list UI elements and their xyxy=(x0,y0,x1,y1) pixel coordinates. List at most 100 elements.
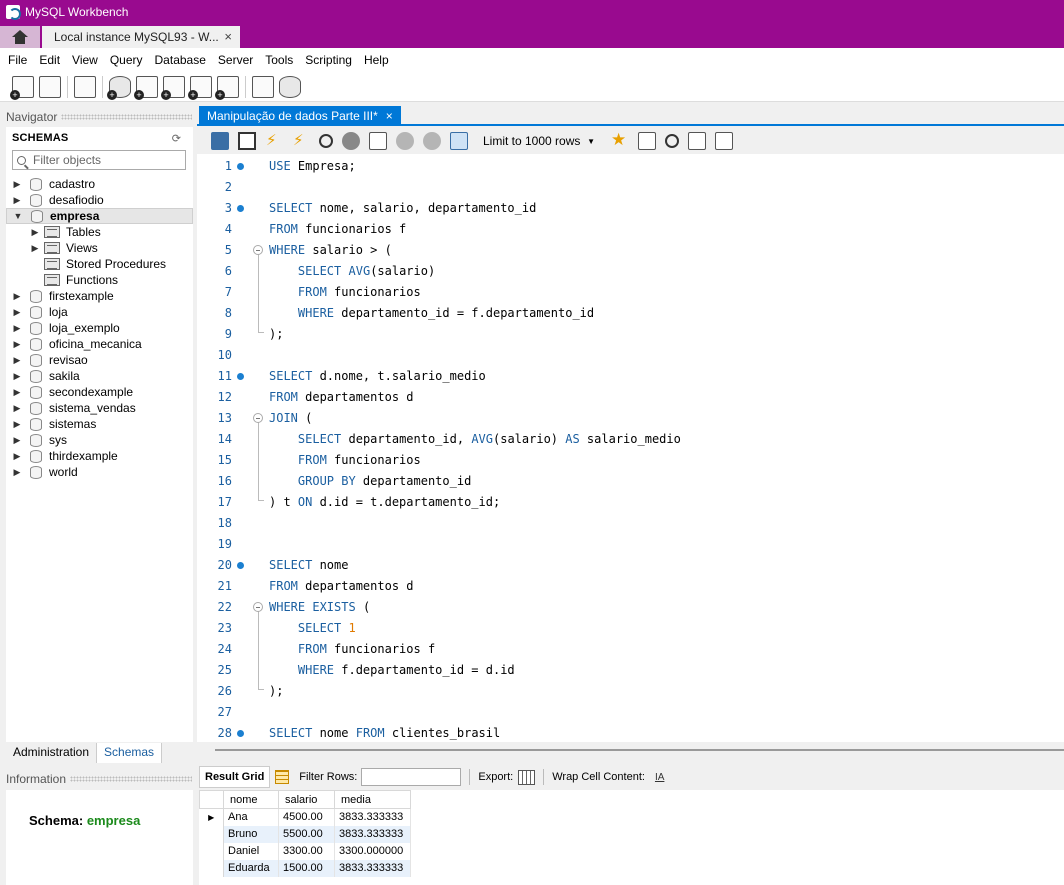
tab-schemas[interactable]: Schemas xyxy=(97,743,163,763)
search-table-data-icon[interactable] xyxy=(252,75,274,98)
grid-view-button[interactable]: Filter Rows: xyxy=(270,766,466,788)
tab-administration[interactable]: Administration xyxy=(6,743,98,763)
rollback-icon[interactable] xyxy=(423,132,441,150)
code-line[interactable]: 18 xyxy=(197,513,1064,534)
connection-tab[interactable]: Local instance MySQL93 - W... × xyxy=(42,26,240,48)
explain-icon[interactable] xyxy=(319,134,333,148)
filter-objects-input[interactable] xyxy=(33,153,173,167)
schema-item[interactable]: ▶ secondexample xyxy=(6,384,193,400)
fold-toggle-icon[interactable] xyxy=(253,245,263,255)
tree-item-stored-procedures[interactable]: ▶Stored Procedures xyxy=(6,256,193,272)
code-line[interactable]: 5 WHERE salario > ( xyxy=(197,240,1064,261)
column-header-media[interactable]: media xyxy=(334,790,411,809)
execute-current-icon[interactable] xyxy=(292,131,310,150)
code-line[interactable]: 11 SELECT d.nome, t.salario_medio xyxy=(197,366,1064,387)
cell[interactable]: 4500.00 xyxy=(278,808,335,826)
cell[interactable]: Daniel xyxy=(223,842,279,860)
stop-icon[interactable] xyxy=(342,132,360,150)
expand-arrow-icon[interactable]: ▶ xyxy=(12,323,22,334)
fold-toggle-icon[interactable] xyxy=(253,602,263,612)
column-header-salario[interactable]: salario xyxy=(278,790,335,809)
save-icon[interactable] xyxy=(238,132,256,150)
create-table-icon[interactable]: + xyxy=(134,75,158,100)
new-sql-tab-icon[interactable]: + xyxy=(10,75,34,100)
export-button[interactable]: Export: xyxy=(473,766,540,788)
table-row[interactable]: Bruno 5500.00 3833.333333 xyxy=(199,825,411,843)
tree-item-tables[interactable]: ▶ Tables xyxy=(6,224,193,240)
create-procedure-icon[interactable]: + xyxy=(188,75,212,100)
expand-arrow-icon[interactable]: ▶ xyxy=(12,451,22,462)
inspector-icon[interactable] xyxy=(74,75,96,98)
schema-item[interactable]: ▶ sakila xyxy=(6,368,193,384)
close-icon[interactable]: × xyxy=(386,109,393,123)
cell[interactable]: Ana xyxy=(223,808,279,826)
schema-item[interactable]: ▶ world xyxy=(6,464,193,480)
add-snippet-icon[interactable] xyxy=(611,130,629,150)
toggle-error-icon[interactable] xyxy=(369,132,387,150)
code-line[interactable]: 10 xyxy=(197,345,1064,366)
menu-query[interactable]: Query xyxy=(110,53,143,67)
code-line[interactable]: 21 FROM departamentos d xyxy=(197,576,1064,597)
code-line[interactable]: 7 FROM funcionarios xyxy=(197,282,1064,303)
code-line[interactable]: 28 SELECT nome FROM clientes_brasil xyxy=(197,723,1064,742)
schema-item[interactable]: ▶ desafiodio xyxy=(6,192,193,208)
table-row[interactable]: ▶ Ana 4500.00 3833.333333 xyxy=(199,808,411,826)
code-line[interactable]: 3 SELECT nome, salario, departamento_id xyxy=(197,198,1064,219)
code-line[interactable]: 4 FROM funcionarios f xyxy=(197,219,1064,240)
cell[interactable]: Bruno xyxy=(223,825,279,843)
sql-editor[interactable]: 1 USE Empresa; 2 3 SELECT nome, salario, dep… xyxy=(197,154,1064,742)
schema-item[interactable]: ▶ loja xyxy=(6,304,193,320)
code-line[interactable]: 12 FROM departamentos d xyxy=(197,387,1064,408)
schema-item[interactable]: ▶ sistemas xyxy=(6,416,193,432)
execute-icon[interactable] xyxy=(265,131,283,150)
reconnect-icon[interactable] xyxy=(279,75,301,98)
code-line[interactable]: 20 SELECT nome xyxy=(197,555,1064,576)
cell[interactable]: 3833.333333 xyxy=(334,808,411,826)
schema-item[interactable]: ▶ sys xyxy=(6,432,193,448)
expand-arrow-icon[interactable]: ▶ xyxy=(12,435,22,446)
schema-item[interactable]: ▶ firstexample xyxy=(6,288,193,304)
wrap-lines-icon[interactable] xyxy=(715,132,733,150)
filter-rows-input[interactable] xyxy=(361,768,462,786)
schema-item[interactable]: ▶ revisao xyxy=(6,352,193,368)
schema-item[interactable]: ▶ sistema_vendas xyxy=(6,400,193,416)
expand-arrow-icon[interactable]: ▶ xyxy=(12,307,22,318)
close-icon[interactable]: × xyxy=(224,29,232,44)
code-line[interactable]: 27 xyxy=(197,702,1064,723)
menu-database[interactable]: Database xyxy=(155,53,206,67)
schema-item[interactable]: ▶ thirdexample xyxy=(6,448,193,464)
commit-icon[interactable] xyxy=(396,132,414,150)
open-file-icon[interactable] xyxy=(211,132,229,150)
cell[interactable]: Eduarda xyxy=(223,859,279,877)
result-grid[interactable]: nome salario media ▶ Ana 4500.00 3833.33… xyxy=(199,790,1064,885)
table-row[interactable]: Eduarda 1500.00 3833.333333 xyxy=(199,859,411,877)
code-line[interactable]: 6 SELECT AVG(salario) xyxy=(197,261,1064,282)
menu-file[interactable]: File xyxy=(8,53,27,67)
menu-edit[interactable]: Edit xyxy=(39,53,60,67)
tree-item-views[interactable]: ▶ Views xyxy=(6,240,193,256)
expand-arrow-icon[interactable]: ▶ xyxy=(12,419,22,430)
invisible-chars-icon[interactable] xyxy=(688,132,706,150)
code-line[interactable]: 26); xyxy=(197,681,1064,702)
result-grid-tab[interactable]: Result Grid xyxy=(199,766,271,788)
cell[interactable]: 3300.00 xyxy=(278,842,335,860)
wrap-cell-button[interactable]: Wrap Cell Content: IA xyxy=(547,766,669,788)
editor-tab[interactable]: Manipulação de dados Parte III* × xyxy=(199,106,401,126)
cell[interactable]: 3300.000000 xyxy=(334,842,411,860)
fold-toggle-icon[interactable] xyxy=(253,413,263,423)
code-line[interactable]: 15 FROM funcionarios xyxy=(197,450,1064,471)
create-schema-icon[interactable]: + xyxy=(107,75,131,100)
export-icon[interactable] xyxy=(518,769,536,785)
open-sql-script-icon[interactable] xyxy=(39,75,61,98)
code-line[interactable]: 22 WHERE EXISTS ( xyxy=(197,597,1064,618)
schema-item[interactable]: ▶ cadastro xyxy=(6,176,193,192)
beautify-icon[interactable] xyxy=(638,132,656,150)
expand-arrow-icon[interactable]: ▶ xyxy=(30,243,40,254)
menu-tools[interactable]: Tools xyxy=(265,53,293,67)
expand-arrow-icon[interactable]: ▶ xyxy=(12,339,22,350)
code-line[interactable]: 8 WHERE departamento_id = f.departamento… xyxy=(197,303,1064,324)
schema-item[interactable]: ▶ loja_exemplo xyxy=(6,320,193,336)
expand-arrow-icon[interactable]: ▶ xyxy=(12,179,22,190)
menu-scripting[interactable]: Scripting xyxy=(305,53,352,67)
code-line[interactable]: 1 USE Empresa; xyxy=(197,156,1064,177)
